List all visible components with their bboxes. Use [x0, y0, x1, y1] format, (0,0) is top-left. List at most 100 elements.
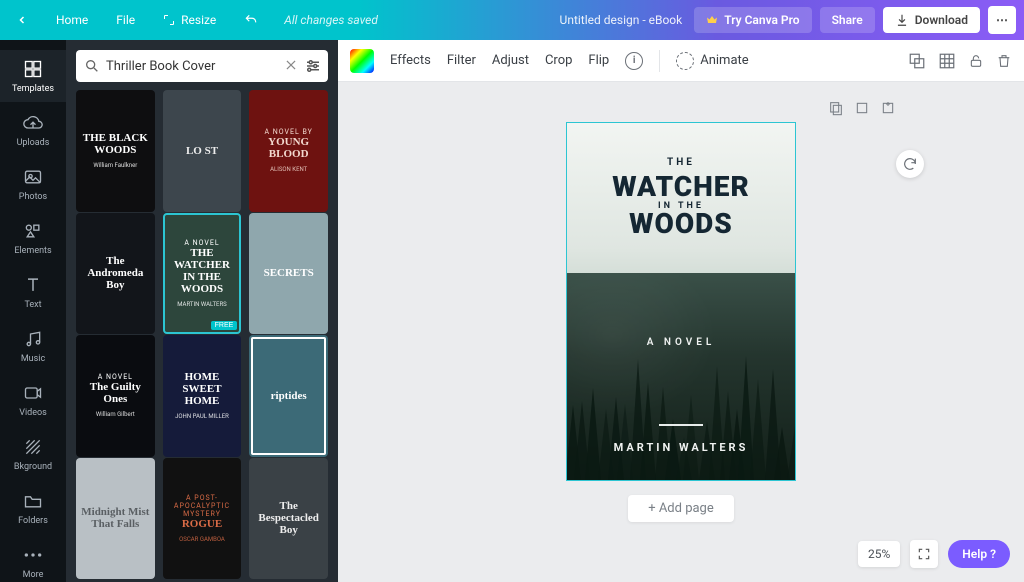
undo-icon	[244, 13, 258, 27]
filter-sliders-button[interactable]	[304, 57, 322, 75]
home-label: Home	[56, 13, 88, 27]
back-button[interactable]	[6, 8, 38, 32]
title-line1: THE	[567, 157, 795, 168]
template-grid: THE BLACK WOODSWilliam FaulknerLO STA NO…	[66, 90, 338, 582]
template-card[interactable]: The Bespectacled Boy	[249, 458, 328, 580]
help-label: Help ?	[962, 547, 996, 561]
rail-item-label: Videos	[19, 408, 47, 418]
template-title: Midnight Mist That Falls	[80, 506, 151, 530]
template-author: William Gilbert	[96, 411, 135, 418]
videos-icon	[22, 382, 44, 404]
undo-button[interactable]	[234, 7, 268, 33]
template-card[interactable]: THE BLACK WOODSWilliam Faulkner	[76, 90, 155, 212]
info-button[interactable]: i	[625, 52, 643, 70]
template-card[interactable]: A NOVEL BYYOUNG BLOOD ALISON KENT	[249, 90, 328, 212]
delete-button[interactable]	[996, 52, 1012, 70]
page-actions	[338, 100, 1024, 122]
templates-icon	[22, 58, 44, 80]
canvas-page[interactable]: THE WATCHER IN THE WOODS A NOVEL MARTIN …	[566, 122, 796, 481]
subtitle-text[interactable]: A NOVEL	[567, 337, 795, 348]
text-icon	[22, 274, 44, 296]
rail-item-text[interactable]: Text	[0, 266, 66, 318]
effects-label: Effects	[390, 53, 431, 68]
rail-item-videos[interactable]: Videos	[0, 374, 66, 426]
flip-label: Flip	[588, 53, 609, 68]
template-card[interactable]: SECRETS	[249, 213, 328, 335]
template-card[interactable]: riptides	[249, 335, 328, 457]
filter-button[interactable]: Filter	[447, 53, 476, 68]
template-title: The Andromeda Boy	[80, 255, 151, 291]
rail-item-uploads[interactable]: Uploads	[0, 104, 66, 156]
animate-button[interactable]: Animate	[676, 52, 748, 70]
fullscreen-button[interactable]	[910, 540, 938, 568]
rail-item-templates[interactable]: Templates	[0, 50, 66, 102]
download-label: Download	[915, 13, 968, 27]
share-label: Share	[832, 13, 863, 27]
divider-line[interactable]	[659, 424, 703, 426]
adjust-label: Adjust	[492, 53, 529, 68]
effects-button[interactable]: Effects	[390, 53, 431, 68]
editor-toolbar: Effects Filter Adjust Crop Flip i Animat…	[338, 40, 1024, 82]
duplicate-page-button[interactable]	[828, 100, 844, 116]
rail-item-folders[interactable]: Folders	[0, 482, 66, 534]
title-line4: WOODS	[567, 207, 795, 240]
file-label: File	[116, 13, 135, 27]
add-page-icon-button[interactable]	[880, 100, 896, 116]
help-button[interactable]: Help ?	[948, 540, 1010, 568]
download-button[interactable]: Download	[883, 7, 980, 33]
rail-item-more[interactable]: More	[0, 536, 66, 582]
template-author: OSCAR GAMBOA	[179, 536, 225, 543]
copy-page-button[interactable]	[854, 100, 870, 116]
resize-icon	[163, 14, 175, 26]
template-card[interactable]: A POST-APOCALYPTIC MYSTERYROGUEOSCAR GAM…	[163, 458, 242, 580]
ellipsis-icon: ⋯	[996, 13, 1008, 27]
folders-icon	[22, 490, 44, 512]
transparency-button[interactable]	[938, 52, 956, 70]
title-block[interactable]: THE WATCHER IN THE WOODS	[567, 157, 795, 240]
zoom-dropdown[interactable]: 25%	[858, 541, 900, 567]
template-card[interactable]: Midnight Mist That Falls	[76, 458, 155, 580]
clear-search-button[interactable]	[284, 58, 298, 72]
crown-icon	[706, 14, 718, 26]
template-card[interactable]: HOME SWEET HOMEJOHN PAUL MILLER	[163, 335, 242, 457]
position-button[interactable]	[908, 52, 926, 70]
share-button[interactable]: Share	[820, 7, 875, 33]
try-pro-button[interactable]: Try Canva Pro	[694, 7, 811, 33]
template-title: ROGUE	[182, 518, 222, 530]
file-menu[interactable]: File	[106, 7, 145, 33]
rail-item-label: Music	[21, 354, 45, 364]
rail-item-photos[interactable]: Photos	[0, 158, 66, 210]
try-pro-label: Try Canva Pro	[724, 13, 799, 27]
rail-item-elements[interactable]: Elements	[0, 212, 66, 264]
lock-button[interactable]	[968, 52, 984, 70]
uploads-icon	[22, 112, 44, 134]
resize-button[interactable]: Resize	[153, 7, 226, 33]
template-author: ALISON KENT	[270, 166, 307, 173]
crop-button[interactable]: Crop	[545, 53, 572, 68]
rail-item-background[interactable]: Bkground	[0, 428, 66, 480]
template-title: The Bespectacled Boy	[253, 500, 324, 536]
rotate-button[interactable]	[896, 150, 924, 178]
add-page-label: + Add page	[648, 501, 714, 516]
rail-item-music[interactable]: Music	[0, 320, 66, 372]
add-page-button[interactable]: + Add page	[628, 495, 734, 522]
template-author: JOHN PAUL MILLER	[175, 413, 229, 420]
template-card[interactable]: A NOVELTHE WATCHER IN THE WOODSMARTIN WA…	[163, 213, 242, 335]
author-text[interactable]: MARTIN WALTERS	[567, 441, 795, 454]
canvas-area[interactable]: THE WATCHER IN THE WOODS A NOVEL MARTIN …	[338, 82, 1024, 582]
more-menu-button[interactable]: ⋯	[988, 6, 1016, 34]
template-card[interactable]: The Andromeda Boy	[76, 213, 155, 335]
template-title: YOUNG BLOOD	[253, 136, 324, 160]
rail-item-label: Folders	[18, 516, 48, 526]
home-button[interactable]: Home	[46, 7, 98, 33]
template-card[interactable]: LO ST	[163, 90, 242, 212]
animate-icon	[676, 52, 694, 70]
template-card[interactable]: A NOVELThe Guilty OnesWilliam Gilbert	[76, 335, 155, 457]
template-sub: A NOVEL BY	[264, 128, 312, 136]
color-swatch-button[interactable]	[350, 49, 374, 73]
search-input[interactable]	[106, 59, 300, 74]
rail-item-label: More	[23, 570, 44, 580]
flip-button[interactable]: Flip	[588, 53, 609, 68]
document-title[interactable]: Untitled design - eBook	[560, 13, 683, 27]
adjust-button[interactable]: Adjust	[492, 53, 529, 68]
